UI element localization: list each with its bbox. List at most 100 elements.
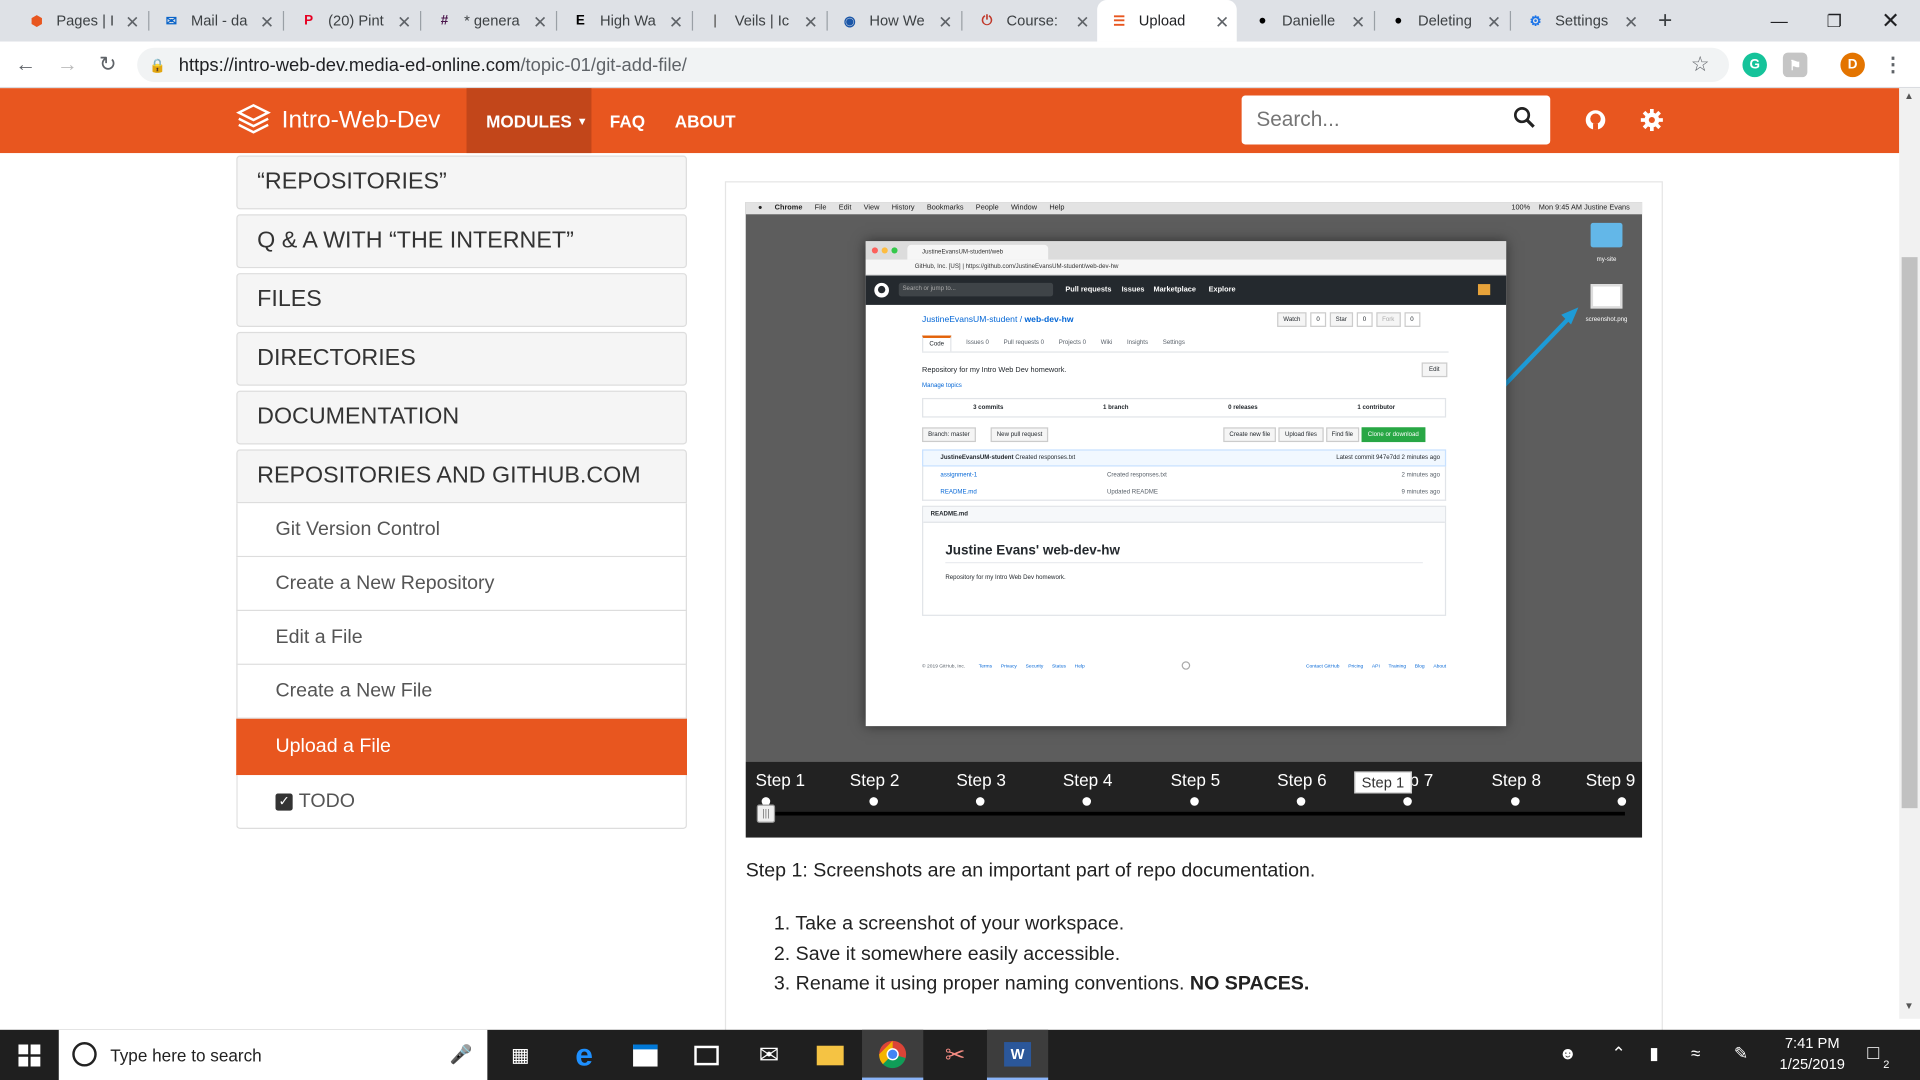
word-icon[interactable]: W bbox=[986, 1029, 1049, 1080]
close-tab-icon[interactable]: ✕ bbox=[1351, 12, 1365, 33]
gear-icon[interactable] bbox=[1637, 105, 1666, 134]
notification-icon[interactable]: □ bbox=[1867, 1043, 1879, 1065]
minimize-button[interactable]: — bbox=[1751, 0, 1807, 42]
browser-tab[interactable]: ✉ Mail - da ✕ bbox=[149, 0, 281, 42]
search-input[interactable] bbox=[1256, 107, 1502, 133]
task-view-icon[interactable]: ▦ bbox=[490, 1030, 551, 1080]
sidebar-item-upload-file[interactable]: Upload a File bbox=[236, 718, 687, 776]
step-dot-3[interactable] bbox=[975, 797, 985, 806]
step-dot-8[interactable] bbox=[1511, 797, 1520, 806]
store-icon[interactable] bbox=[615, 1030, 676, 1080]
close-tab-icon[interactable]: ✕ bbox=[260, 12, 274, 33]
browser-tab[interactable]: ● Danielle ✕ bbox=[1240, 0, 1372, 42]
sidebar-section-qa[interactable]: Q & A WITH “THE INTERNET” bbox=[236, 214, 687, 269]
microphone-icon[interactable]: 🎤 bbox=[450, 1043, 473, 1065]
browser-tab[interactable]: ◉ How We ✕ bbox=[828, 0, 960, 42]
step-label-2[interactable]: Step 2 bbox=[850, 770, 900, 790]
file-row-message: Created responses.txt bbox=[1106, 471, 1167, 479]
photos-icon[interactable] bbox=[676, 1030, 737, 1080]
taskbar-clock[interactable]: 7:41 PM 1/25/2019 bbox=[1763, 1033, 1861, 1075]
taskbar-search[interactable]: Type here to search 🎤 bbox=[58, 1029, 488, 1080]
scroll-up-icon[interactable]: ▲ bbox=[1904, 91, 1914, 102]
step-label-8[interactable]: Step 8 bbox=[1491, 770, 1541, 790]
people-icon[interactable]: ☻ bbox=[1559, 1043, 1577, 1063]
scroll-down-icon[interactable]: ▼ bbox=[1904, 1000, 1914, 1011]
chrome-menu-icon[interactable]: ⋮ bbox=[1881, 53, 1905, 77]
step-dot-7[interactable] bbox=[1403, 797, 1412, 806]
reload-button[interactable]: ↻ bbox=[94, 51, 121, 78]
close-tab-icon[interactable]: ✕ bbox=[804, 12, 818, 33]
browser-tab[interactable]: ☰ Upload ✕ bbox=[1097, 0, 1237, 42]
browser-tab[interactable]: ⏻ Course: ✕ bbox=[965, 0, 1097, 42]
browser-tab[interactable]: ● Deleting ✕ bbox=[1376, 0, 1508, 42]
sidebar-item-git-version-control[interactable]: Git Version Control bbox=[236, 503, 687, 558]
scrollbar-thumb[interactable] bbox=[1901, 257, 1918, 809]
forward-button[interactable]: → bbox=[54, 51, 81, 78]
mail-icon[interactable]: ✉ bbox=[738, 1030, 799, 1080]
maximize-button[interactable]: ❐ bbox=[1806, 0, 1862, 42]
step-dot-4[interactable] bbox=[1082, 797, 1092, 806]
sidebar-section-documentation[interactable]: DOCUMENTATION bbox=[236, 390, 687, 445]
profile-avatar[interactable]: D bbox=[1840, 52, 1865, 78]
wifi-icon[interactable]: ≈ bbox=[1691, 1043, 1700, 1063]
close-tab-icon[interactable]: ✕ bbox=[397, 12, 411, 33]
browser-tab[interactable]: E High Wa ✕ bbox=[558, 0, 690, 42]
grammarly-extension-icon[interactable]: G bbox=[1742, 52, 1767, 78]
step-label-1[interactable]: Step 1 bbox=[756, 770, 806, 790]
address-bar[interactable]: 🔒 https://intro-web-dev.media-ed-online.… bbox=[137, 47, 1729, 83]
step-dot-2[interactable] bbox=[869, 797, 878, 806]
sidebar-item-create-new-repository[interactable]: Create a New Repository bbox=[236, 557, 687, 612]
pen-icon[interactable]: ✎ bbox=[1734, 1043, 1748, 1064]
nav-faq[interactable]: FAQ bbox=[590, 88, 664, 153]
step-dot-5[interactable] bbox=[1190, 797, 1199, 806]
page-scrollbar[interactable]: ▲ ▼ bbox=[1899, 88, 1920, 1019]
file-explorer-icon[interactable] bbox=[800, 1030, 861, 1080]
sidebar-item-todo[interactable]: ✓ TODO bbox=[236, 775, 687, 829]
close-tab-icon[interactable]: ✕ bbox=[1624, 12, 1638, 33]
search-icon[interactable] bbox=[1513, 107, 1535, 129]
sidebar-section-repositories-quoted[interactable]: “REPOSITORIES” bbox=[236, 155, 687, 210]
edge-icon[interactable]: e bbox=[553, 1030, 614, 1080]
step-label-9[interactable]: Step 9 bbox=[1586, 770, 1636, 790]
browser-tab[interactable]: # * genera ✕ bbox=[422, 0, 554, 42]
step-dot-6[interactable] bbox=[1296, 797, 1306, 806]
slider-track[interactable] bbox=[765, 811, 1625, 816]
browser-tab[interactable]: | Veils | Ic ✕ bbox=[693, 0, 825, 42]
close-tab-icon[interactable]: ✕ bbox=[938, 12, 952, 33]
close-tab-icon[interactable]: ✕ bbox=[1215, 12, 1229, 33]
new-tab-button[interactable]: + bbox=[1648, 0, 1685, 42]
github-icon[interactable] bbox=[1581, 105, 1610, 134]
step-label-3[interactable]: Step 3 bbox=[956, 770, 1006, 790]
chrome-taskbar-icon[interactable] bbox=[862, 1029, 924, 1080]
close-window-button[interactable]: ✕ bbox=[1862, 0, 1918, 42]
browser-tab[interactable]: P (20) Pint ✕ bbox=[287, 0, 419, 42]
gh-avatar bbox=[1477, 284, 1491, 296]
snipping-tool-icon[interactable]: ✂ bbox=[924, 1030, 985, 1080]
step-label-6[interactable]: Step 6 bbox=[1277, 770, 1327, 790]
sidebar-section-directories[interactable]: DIRECTORIES bbox=[236, 331, 687, 386]
extension-icon[interactable]: ⚑ bbox=[1782, 52, 1808, 78]
sidebar-item-create-new-file[interactable]: Create a New File bbox=[236, 664, 687, 719]
sidebar-item-edit-file[interactable]: Edit a File bbox=[236, 611, 687, 665]
step-dot-9[interactable] bbox=[1617, 797, 1627, 806]
close-tab-icon[interactable]: ✕ bbox=[533, 12, 547, 33]
slider-handle[interactable]: ||| bbox=[756, 804, 776, 823]
step-label-4[interactable]: Step 4 bbox=[1063, 770, 1113, 790]
sidebar-section-files[interactable]: FILES bbox=[236, 273, 687, 327]
back-button[interactable]: ← bbox=[12, 51, 39, 78]
close-tab-icon[interactable]: ✕ bbox=[1487, 12, 1501, 33]
brand-link[interactable]: Intro-Web-Dev bbox=[235, 102, 440, 139]
step-label-5[interactable]: Step 5 bbox=[1171, 770, 1221, 790]
nav-modules-dropdown[interactable]: MODULES ▼ bbox=[466, 88, 592, 154]
nav-about[interactable]: ABOUT bbox=[655, 88, 755, 153]
sidebar-section-repositories-github[interactable]: REPOSITORIES AND GITHUB.COM bbox=[236, 449, 687, 504]
close-tab-icon[interactable]: ✕ bbox=[125, 12, 139, 33]
chevron-up-icon[interactable]: ⌃ bbox=[1611, 1043, 1625, 1064]
close-tab-icon[interactable]: ✕ bbox=[1075, 12, 1089, 33]
bookmark-star-icon[interactable]: ☆ bbox=[1691, 53, 1710, 77]
browser-tab[interactable]: ⚙ Settings ✕ bbox=[1513, 0, 1645, 42]
close-tab-icon[interactable]: ✕ bbox=[669, 12, 683, 33]
browser-tab[interactable]: ⬢ Pages | I ✕ bbox=[15, 0, 147, 42]
windows-start-icon[interactable] bbox=[0, 1030, 59, 1080]
battery-icon[interactable]: ▮ bbox=[1649, 1043, 1658, 1064]
